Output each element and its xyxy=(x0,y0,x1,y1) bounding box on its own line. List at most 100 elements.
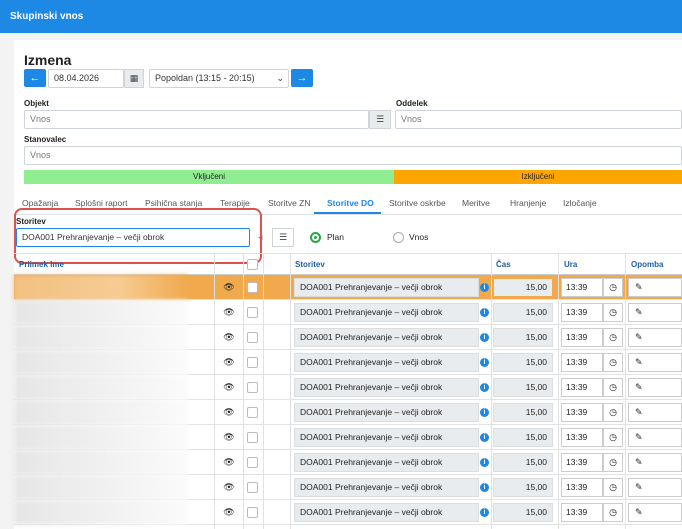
table-row[interactable]: 👁 DOA001 Prehranjevanje – večji obrok i 15,… xyxy=(14,325,682,350)
info-icon[interactable]: i xyxy=(480,333,489,342)
row-checkbox[interactable] xyxy=(247,357,258,368)
table-row[interactable]: 👁 DOA001 Prehranjevanje – večji obrok i 15,… xyxy=(14,275,682,300)
table-row[interactable]: 👁 DOA001 Prehranjevanje – večji obrok i 15,… xyxy=(14,400,682,425)
clock-icon[interactable]: ◷ xyxy=(603,278,623,297)
time-input[interactable]: 15,00 xyxy=(493,278,553,297)
clock-icon[interactable]: ◷ xyxy=(603,428,623,447)
next-date-button[interactable]: → xyxy=(291,69,313,87)
clock-icon[interactable]: ◷ xyxy=(603,453,623,472)
date-input[interactable]: 08.04.2026 xyxy=(48,69,124,88)
row-checkbox[interactable] xyxy=(247,282,258,293)
note-button[interactable]: ✎ xyxy=(628,353,682,372)
col-hour-header[interactable]: Ura xyxy=(559,255,577,275)
clock-icon[interactable]: ◷ xyxy=(603,328,623,347)
calendar-button[interactable]: ▦ xyxy=(124,69,144,88)
hour-input[interactable]: 13:39 xyxy=(561,278,603,297)
clock-icon[interactable]: ◷ xyxy=(603,303,623,322)
col-service-header[interactable]: Storitev xyxy=(290,255,325,275)
eye-icon[interactable]: 👁 xyxy=(216,325,242,350)
hour-input[interactable]: 13:39 xyxy=(561,403,603,422)
note-button[interactable]: ✎ xyxy=(628,478,682,497)
table-row[interactable]: 👁 DOA001 Prehranjevanje – večji obrok i 15,… xyxy=(14,375,682,400)
table-row[interactable]: 👁 DOA001 Prehranjevanje – večji obrok i 15,… xyxy=(14,500,682,525)
table-row[interactable]: 👁 DOA001 Prehranjevanje – večji obrok i 15,… xyxy=(14,450,682,475)
excluded-bar[interactable]: Izključeni xyxy=(394,170,682,184)
tab-meritve[interactable]: Meritve xyxy=(462,198,490,208)
prev-date-button[interactable]: ← xyxy=(24,69,46,87)
note-button[interactable]: ✎ xyxy=(628,403,682,422)
note-button[interactable]: ✎ xyxy=(628,303,682,322)
note-button[interactable]: ✎ xyxy=(628,278,682,297)
hour-input[interactable]: 13:39 xyxy=(561,478,603,497)
tab-opazanja[interactable]: Opažanja xyxy=(22,198,58,208)
row-checkbox[interactable] xyxy=(247,457,258,468)
info-icon[interactable]: i xyxy=(480,458,489,467)
note-button[interactable]: ✎ xyxy=(628,503,682,522)
clock-icon[interactable]: ◷ xyxy=(603,478,623,497)
tab-izlocanje[interactable]: Izločanje xyxy=(563,198,597,208)
storitev-list-button[interactable]: ☰ xyxy=(272,228,294,247)
eye-icon[interactable]: 👁 xyxy=(216,350,242,375)
time-input[interactable]: 15,00 xyxy=(493,403,553,422)
col-name-header[interactable]: Priimek Ime xyxy=(14,255,64,275)
row-checkbox[interactable] xyxy=(247,407,258,418)
shift-select[interactable]: Popoldan (13:15 - 20:15) ⌄ xyxy=(149,69,289,88)
time-input[interactable]: 15,00 xyxy=(493,353,553,372)
hour-input[interactable]: 13:39 xyxy=(561,328,603,347)
info-icon[interactable]: i xyxy=(480,508,489,517)
clock-icon[interactable]: ◷ xyxy=(603,378,623,397)
row-checkbox[interactable] xyxy=(247,382,258,393)
time-input[interactable]: 15,00 xyxy=(493,453,553,472)
time-input[interactable]: 15,00 xyxy=(493,303,553,322)
info-icon[interactable]: i xyxy=(480,408,489,417)
tab-hranjenje[interactable]: Hranjenje xyxy=(510,198,546,208)
info-icon[interactable]: i xyxy=(480,308,489,317)
note-button[interactable]: ✎ xyxy=(628,453,682,472)
table-row[interactable]: 👁 DOA001 Prehranjevanje – večji obrok i 15,… xyxy=(14,300,682,325)
clock-icon[interactable]: ◷ xyxy=(603,403,623,422)
select-all-checkbox[interactable] xyxy=(247,259,258,270)
oddelek-input[interactable]: Vnos xyxy=(395,110,682,129)
time-input[interactable]: 15,00 xyxy=(493,428,553,447)
eye-icon[interactable]: 👁 xyxy=(216,400,242,425)
info-icon[interactable]: i xyxy=(480,483,489,492)
eye-icon[interactable]: 👁 xyxy=(216,425,242,450)
row-checkbox[interactable] xyxy=(247,482,258,493)
tab-terapije[interactable]: Terapije xyxy=(220,198,250,208)
plan-radio[interactable] xyxy=(310,232,321,243)
row-checkbox[interactable] xyxy=(247,507,258,518)
table-row[interactable]: 👁 DOA001 Prehranjevanje – večji obrok i 15,… xyxy=(14,425,682,450)
hour-input[interactable]: 13:39 xyxy=(561,378,603,397)
stanovalec-input[interactable]: Vnos xyxy=(24,146,682,165)
note-button[interactable]: ✎ xyxy=(628,428,682,447)
eye-icon[interactable]: 👁 xyxy=(216,275,242,300)
tab-storitve-oskrbe[interactable]: Storitve oskrbe xyxy=(389,198,446,208)
clock-icon[interactable]: ◷ xyxy=(603,353,623,372)
eye-icon[interactable]: 👁 xyxy=(216,375,242,400)
row-checkbox[interactable] xyxy=(247,332,258,343)
hour-input[interactable]: 13:39 xyxy=(561,303,603,322)
row-checkbox[interactable] xyxy=(247,307,258,318)
time-input[interactable]: 15,00 xyxy=(493,328,553,347)
eye-icon[interactable]: 👁 xyxy=(216,450,242,475)
info-icon[interactable]: i xyxy=(480,283,489,292)
objekt-input[interactable]: Vnos xyxy=(24,110,369,129)
table-row[interactable]: 👁 DOA001 Prehranjevanje – večji obrok i 15,… xyxy=(14,350,682,375)
info-icon[interactable]: i xyxy=(480,383,489,392)
note-button[interactable]: ✎ xyxy=(628,328,682,347)
time-input[interactable]: 15,00 xyxy=(493,503,553,522)
tab-psihicna-stanja[interactable]: Psihična stanja xyxy=(145,198,202,208)
tab-storitve-zn[interactable]: Storitve ZN xyxy=(268,198,311,208)
hour-input[interactable]: 13:39 xyxy=(561,353,603,372)
hour-input[interactable]: 13:39 xyxy=(561,503,603,522)
tab-storitve-do[interactable]: Storitve DO xyxy=(327,198,374,208)
hour-input[interactable]: 13:39 xyxy=(561,428,603,447)
objekt-list-button[interactable]: ☰ xyxy=(369,110,391,129)
vnos-radio[interactable] xyxy=(393,232,404,243)
col-note-header[interactable]: Opomba xyxy=(626,255,663,275)
info-icon[interactable]: i xyxy=(480,433,489,442)
note-button[interactable]: ✎ xyxy=(628,378,682,397)
eye-icon[interactable]: 👁 xyxy=(216,500,242,525)
tab-splosni-raport[interactable]: Splošni raport xyxy=(75,198,127,208)
eye-icon[interactable]: 👁 xyxy=(216,475,242,500)
